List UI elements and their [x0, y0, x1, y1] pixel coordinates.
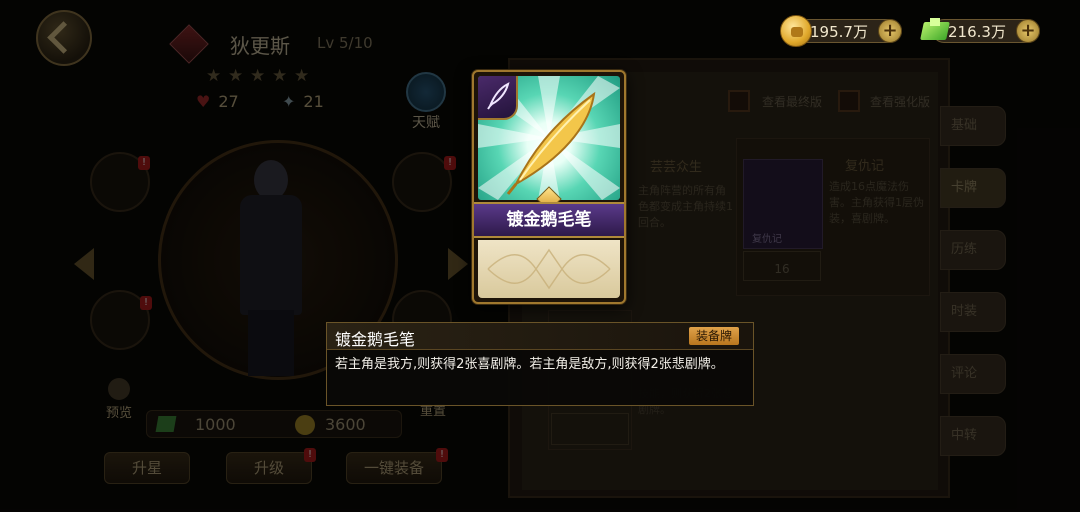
- card-art: 复仇记: [743, 159, 823, 249]
- talent-button[interactable]: 天赋: [400, 72, 452, 131]
- add-gems-button[interactable]: +: [1016, 19, 1040, 43]
- card-name: 镀金鹅毛笔: [474, 202, 624, 238]
- character-portrait: [220, 150, 320, 380]
- stat-hp: ♥ 27: [196, 92, 276, 116]
- tab-transfer[interactable]: 中转: [940, 416, 1006, 456]
- card-desc: 造成16点魔法伤害。主角获得1层伪装，喜剧牌。: [829, 180, 924, 225]
- card-illustration: [478, 76, 620, 200]
- card-type-badge: [478, 76, 518, 120]
- cost-gems: 1000: [195, 415, 236, 434]
- alert-badge: !: [140, 296, 152, 310]
- talent-label: 天赋: [412, 115, 440, 131]
- alert-badge: !: [436, 448, 448, 462]
- star-icon: ★: [250, 66, 266, 86]
- gem-amount: 216.3万: [948, 23, 1006, 41]
- tooltip-header: 镀金鹅毛笔 装备牌: [327, 323, 753, 350]
- card-list-item[interactable]: 芸芸众生 主角阵营的所有角色都变成主角持续1回合。: [638, 156, 734, 231]
- chevron-left-icon: [47, 21, 80, 54]
- coin-icon: [295, 415, 315, 435]
- gem-icon: [155, 416, 177, 432]
- card-desc: 主角阵营的所有角色都变成主角持续1回合。: [638, 184, 733, 229]
- alert-badge: !: [444, 156, 456, 170]
- gem-currency: 216.3万 +: [918, 16, 1042, 46]
- card-art-label: 复仇记: [752, 234, 782, 245]
- card-list-item[interactable]: 复仇记 复仇记 造成16点魔法伤害。主角获得1层伪装，喜剧牌。 16: [736, 138, 930, 296]
- tooltip-title: 镀金鹅毛笔: [335, 330, 416, 349]
- gem-icon: [918, 18, 952, 44]
- tab-costume[interactable]: 时装: [940, 292, 1006, 332]
- tab-basic[interactable]: 基础: [940, 106, 1006, 146]
- card-type-tag: 装备牌: [689, 327, 739, 345]
- coin-currency: 195.7万 +: [780, 15, 904, 47]
- card-detail-popup: 镀金鹅毛笔: [472, 70, 626, 304]
- back-button[interactable]: [36, 10, 92, 66]
- hp-value: 27: [218, 92, 239, 111]
- card-level-frame: [551, 413, 629, 445]
- quill-icon: [487, 82, 510, 110]
- preview-button[interactable]: 预览: [98, 378, 140, 421]
- upgrade-cost-bar: 1000 3600: [146, 410, 402, 438]
- card-tooltip: 镀金鹅毛笔 装备牌 若主角是我方,则获得2张喜剧牌。若主角是敌方,则获得2张悲剧…: [326, 322, 754, 406]
- level-up-button[interactable]: 升级: [226, 452, 312, 484]
- final-version-checkbox[interactable]: [728, 90, 750, 112]
- coin-amount: 195.7万: [810, 23, 868, 41]
- alert-badge: !: [304, 448, 316, 462]
- wing-icon: ✦: [282, 92, 296, 111]
- prev-character-arrow[interactable]: [74, 248, 94, 280]
- final-version-label: 查看最终版: [762, 95, 823, 109]
- card-title: 复仇记: [845, 159, 885, 174]
- coin-icon: [780, 15, 812, 47]
- info-icon: [108, 378, 130, 400]
- card-level: 16: [743, 251, 821, 281]
- star-up-button[interactable]: 升星: [104, 452, 190, 484]
- star-rating: ★ ★ ★ ★ ★: [206, 66, 336, 88]
- auto-equip-button[interactable]: 一键装备: [346, 452, 442, 484]
- tab-comments[interactable]: 评论: [940, 354, 1006, 394]
- preview-label: 预览: [105, 406, 132, 421]
- character-level: Lv 5/10: [317, 34, 373, 52]
- tab-training[interactable]: 历练: [940, 230, 1006, 270]
- enhanced-version-label: 查看强化版: [870, 95, 931, 109]
- character-header: 狄更斯 Lv 5/10: [169, 24, 405, 64]
- character-name: 狄更斯: [230, 34, 290, 58]
- enhanced-version-checkbox[interactable]: [838, 90, 860, 112]
- card-ornament-area: [478, 240, 620, 298]
- card-title: 芸芸众生: [650, 160, 703, 175]
- star-icon: ★: [228, 66, 244, 86]
- cost-coins: 3600: [325, 415, 366, 434]
- star-icon: ★: [206, 66, 222, 86]
- next-character-arrow[interactable]: [448, 248, 468, 280]
- tab-cards[interactable]: 卡牌: [940, 168, 1006, 208]
- stat-attack: ✦ 21: [282, 92, 362, 116]
- rarity-gem-icon: [169, 24, 209, 64]
- star-icon: ★: [272, 66, 288, 86]
- star-icon: ★: [294, 66, 310, 86]
- talent-icon: [406, 72, 446, 112]
- heart-icon: ♥: [196, 92, 211, 111]
- add-coins-button[interactable]: +: [878, 19, 902, 43]
- attack-value: 21: [303, 92, 324, 111]
- alert-badge: !: [138, 156, 150, 170]
- tooltip-description: 若主角是我方,则获得2张喜剧牌。若主角是敌方,则获得2张悲剧牌。: [335, 357, 724, 372]
- equip-slot[interactable]: [392, 152, 452, 212]
